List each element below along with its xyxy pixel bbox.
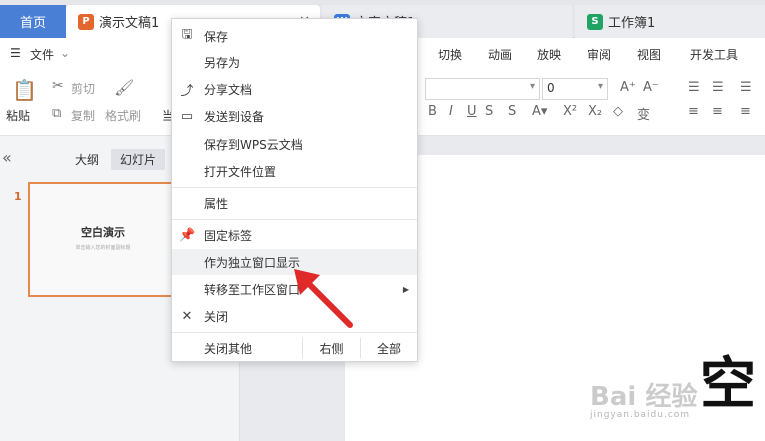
decrease-font-icon[interactable]: A⁻ [643, 80, 659, 95]
paste-icon[interactable]: 📋 [12, 78, 37, 102]
menu-transition[interactable]: 切换 [438, 46, 462, 63]
menu-item-label: 属性 [204, 196, 229, 211]
device-icon: ▭ [180, 108, 194, 124]
menu-separator [172, 187, 417, 188]
chevron-right-icon: ▶ [402, 284, 409, 294]
eraser-icon[interactable]: ◇ [613, 104, 623, 119]
close-others-button[interactable]: 关闭其他 [172, 334, 302, 362]
subscript-icon[interactable]: X₂ [588, 104, 602, 119]
paste-button[interactable]: 粘贴 [6, 107, 30, 124]
font-size-select[interactable]: 0 ▾ [542, 78, 608, 100]
slide-thumbnail[interactable]: 空白演示 单击输入您的封面副标题 [28, 182, 178, 297]
menu-item-label: 保存到WPS云文档 [204, 137, 303, 152]
format-painter-icon: 🖌 [114, 78, 135, 97]
menu-item-save-as[interactable]: 另存为 [172, 49, 417, 75]
close-all-button[interactable]: 全部 [361, 334, 417, 362]
close-right-button[interactable]: 右侧 [303, 334, 360, 362]
pinyin-icon[interactable]: 变 [637, 104, 650, 123]
menu-review[interactable]: 审阅 [587, 46, 611, 63]
copy-icon: ⧉ [52, 106, 62, 121]
increase-font-icon[interactable]: A⁺ [620, 80, 636, 95]
slide-number: 1 [14, 190, 22, 203]
menu-animation[interactable]: 动画 [488, 46, 512, 63]
numbered-list-icon[interactable]: ☰ [712, 80, 724, 95]
slide-subtitle: 单击输入您的封面副标题 [75, 245, 131, 251]
menu-item-open-location[interactable]: 打开文件位置 [172, 158, 417, 184]
font-color-icon[interactable]: A▾ [532, 104, 547, 119]
hamburger-icon[interactable]: ☰ [10, 46, 21, 60]
tab-title: 工作簿1 [608, 16, 656, 31]
menu-slideshow[interactable]: 放映 [537, 46, 561, 63]
close-icon: ✕ [181, 308, 193, 324]
indent-icon[interactable]: ☰ [740, 80, 752, 95]
share-icon: ⤴ [180, 83, 194, 99]
tab-outline[interactable]: 大纲 [66, 149, 108, 170]
menu-item-label: 关闭 [204, 309, 229, 324]
strikethrough-icon[interactable]: S [485, 104, 493, 119]
watermark-text: Bai 经验 [590, 382, 698, 412]
superscript-icon[interactable]: X² [563, 104, 577, 119]
menu-item-label: 另存为 [204, 55, 241, 70]
pin-icon: 📌 [179, 227, 196, 243]
close-options-row: 关闭其他 右侧 全部 [172, 334, 417, 362]
format-painter-button[interactable]: 格式刷 [105, 107, 141, 124]
spreadsheet-icon: S [587, 13, 603, 30]
tab-title: 演示文稿1 [99, 16, 160, 31]
collapse-icon[interactable]: « [2, 148, 12, 167]
underline-icon[interactable]: U [467, 104, 477, 119]
menu-item-label: 分享文档 [204, 82, 253, 97]
chevron-down-icon: ▾ [597, 81, 603, 92]
menu-item-label: 发送到设备 [204, 109, 265, 124]
save-icon: 🖫 [181, 27, 193, 42]
italic-icon[interactable]: I [449, 104, 453, 119]
align-center-icon[interactable]: ≡ [712, 104, 723, 119]
overlay-character: 空 [700, 352, 756, 417]
menu-item-label: 转移至工作区窗口 [204, 282, 301, 297]
font-size-value: 0 [547, 81, 555, 95]
menu-item-label: 保存 [204, 29, 229, 44]
home-tab[interactable]: 首页 [0, 5, 66, 38]
menu-item-send-to-device[interactable]: ▭ 发送到设备 [172, 103, 417, 129]
annotation-arrow [294, 269, 353, 328]
menu-item-label: 打开文件位置 [204, 164, 277, 179]
align-right-icon[interactable]: ≡ [740, 104, 751, 119]
scissors-icon: ✂ [52, 78, 64, 94]
watermark-url: jingyan.baidu.com [590, 410, 691, 420]
tab-slides[interactable]: 幻灯片 [111, 149, 166, 170]
shadow-icon[interactable]: S [508, 104, 516, 119]
menu-item-label: 作为独立窗口显示 [204, 255, 301, 270]
bullet-list-icon[interactable]: ☰ [688, 80, 700, 95]
chevron-down-icon: ▾ [529, 81, 535, 92]
tab-workbook[interactable]: S 工作簿1 [575, 5, 765, 38]
menu-view[interactable]: 视图 [637, 46, 661, 63]
menu-item-save-to-cloud[interactable]: 保存到WPS云文档 [172, 131, 417, 157]
presentation-icon: P [78, 13, 94, 30]
chevron-down-icon[interactable]: ⌄ [60, 46, 70, 60]
menu-item-label: 固定标签 [204, 228, 253, 243]
menu-item-properties[interactable]: 属性 [172, 190, 417, 216]
align-left-icon[interactable]: ≡ [688, 104, 699, 119]
bold-icon[interactable]: B [428, 104, 437, 119]
menu-item-pin-tab[interactable]: 📌 固定标签 [172, 222, 417, 248]
menu-developer[interactable]: 开发工具 [690, 46, 738, 63]
file-menu[interactable]: 文件 [30, 46, 54, 63]
menu-item-save[interactable]: 🖫 保存 [172, 23, 417, 49]
menu-item-share[interactable]: ⤴ 分享文档 [172, 76, 417, 102]
slide-title: 空白演示 [81, 226, 125, 239]
copy-button[interactable]: 复制 [71, 107, 95, 124]
font-name-select[interactable]: ▾ [425, 78, 540, 100]
menu-separator [172, 219, 417, 220]
cut-button[interactable]: 剪切 [71, 80, 95, 97]
